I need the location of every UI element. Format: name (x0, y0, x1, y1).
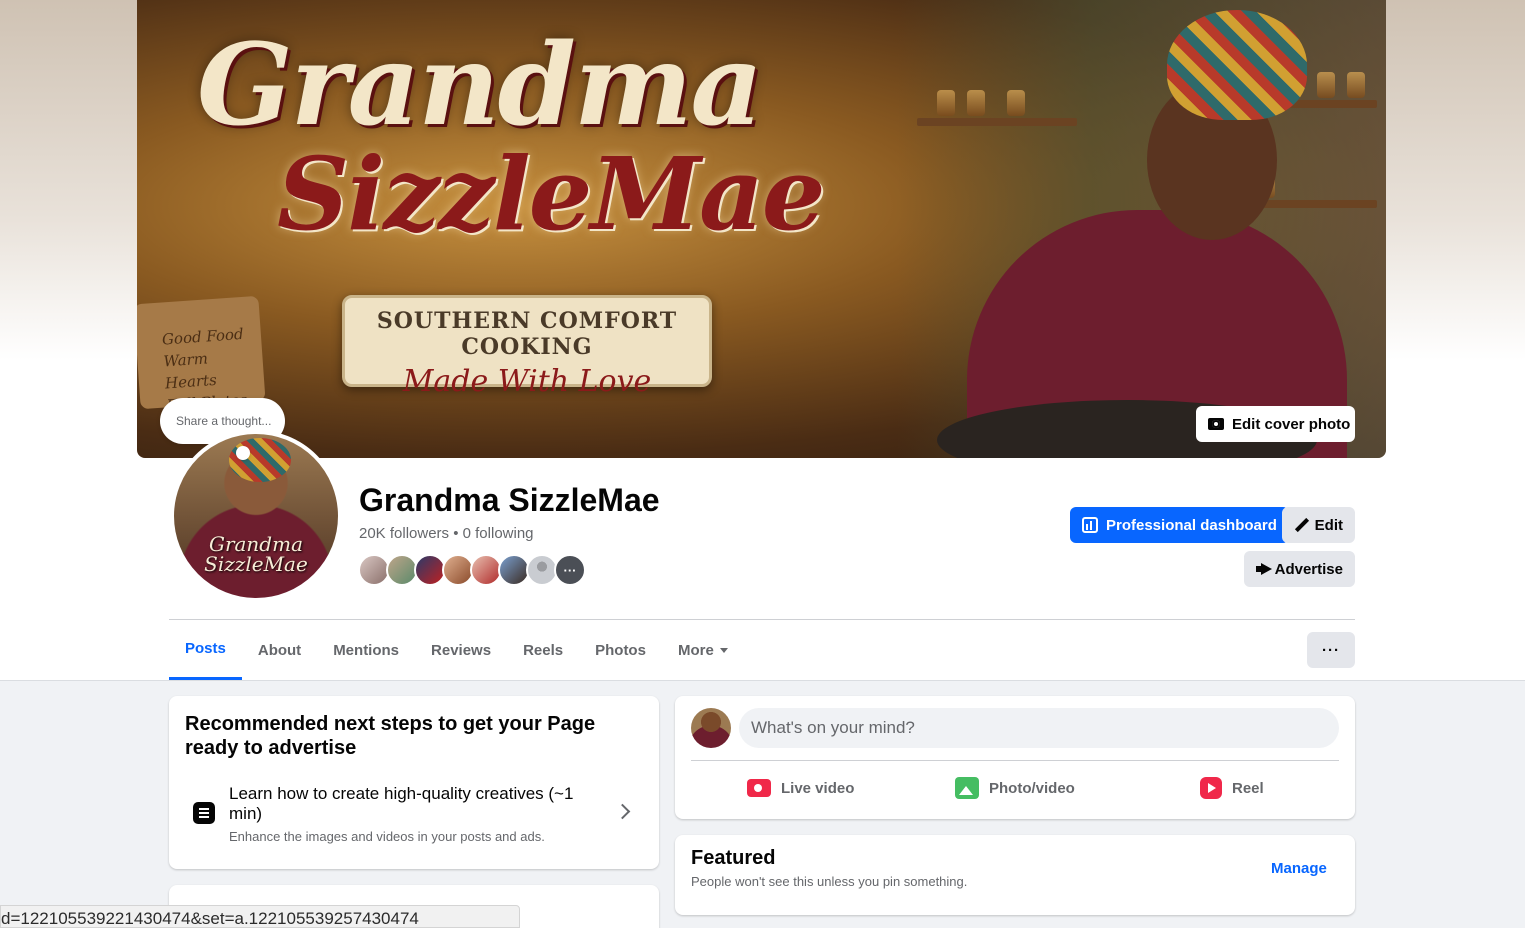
tab-about[interactable]: About (242, 620, 317, 680)
professional-dashboard-label: Professional dashboard (1106, 516, 1277, 534)
composer-avatar[interactable] (691, 708, 731, 748)
photo-icon (955, 777, 979, 799)
megaphone-icon (1256, 563, 1267, 575)
more-followers-icon[interactable]: ··· (554, 554, 586, 586)
advertise-button[interactable]: Advertise (1244, 551, 1355, 587)
featured-card: Featured People won't see this unless yo… (675, 835, 1355, 915)
edit-cover-photo-label: Edit cover photo (1232, 415, 1351, 433)
edit-page-button[interactable]: Edit (1282, 507, 1355, 543)
post-composer-card: What's on your mind? Live video Photo/vi… (675, 696, 1355, 819)
live-video-label: Live video (781, 779, 855, 797)
reel-label: Reel (1232, 779, 1264, 797)
dashboard-icon (1082, 517, 1098, 533)
cover-jar (937, 90, 955, 116)
tab-label: Photos (595, 641, 646, 659)
share-thought-text: Share a thought... (176, 414, 272, 428)
cover-banner: SOUTHERN COMFORT COOKING Made With Love (342, 295, 712, 399)
avatar-head-wrap (229, 438, 291, 482)
recommended-item-subtitle: Enhance the images and videos in your po… (229, 829, 545, 844)
tab-label: Reviews (431, 641, 492, 659)
banner-line2: Made With Love (402, 364, 652, 399)
manage-featured-link[interactable]: Manage (1271, 860, 1327, 877)
advertise-label: Advertise (1274, 560, 1343, 578)
caret-down-icon (719, 647, 728, 653)
reel-icon (1200, 777, 1222, 799)
composer-divider (691, 760, 1339, 761)
tab-mentions[interactable]: Mentions (317, 620, 415, 680)
tab-label: Posts (185, 640, 226, 657)
status-url: d=122105539221430474&set=a.1221055392574… (1, 909, 419, 928)
cover-headline-line1: Grandma (197, 20, 763, 151)
cover-jar (1007, 90, 1025, 116)
live-video-icon (747, 779, 771, 797)
pencil-icon (1294, 518, 1307, 532)
live-video-button[interactable]: Live video (747, 776, 854, 800)
edit-cover-photo-button[interactable]: Edit cover photo (1196, 406, 1355, 442)
follower-stats[interactable]: 20K followers • 0 following (359, 525, 534, 542)
tab-label: More (677, 641, 714, 659)
avatar-logo-text: Grandma SizzleMae (174, 534, 338, 574)
cover-head-wrap (1167, 10, 1307, 120)
professional-dashboard-button[interactable]: Professional dashboard (1070, 507, 1289, 543)
browser-status-bar: d=122105539221430474&set=a.1221055392574… (0, 905, 520, 928)
profile-tabs: Posts About Mentions Reviews Reels Photo… (169, 620, 744, 680)
reel-button[interactable]: Reel (1200, 776, 1264, 800)
featured-subtitle: People won't see this unless you pin som… (691, 874, 968, 889)
cover-jar (967, 90, 985, 116)
profile-avatar[interactable]: Grandma SizzleMae (170, 430, 342, 602)
photo-video-label: Photo/video (989, 779, 1075, 797)
recommended-title: Recommended next steps to get your Page … (185, 713, 596, 759)
photo-video-button[interactable]: Photo/video (955, 776, 1075, 800)
tab-photos[interactable]: Photos (579, 620, 662, 680)
document-icon (193, 802, 215, 824)
recommended-item-title[interactable]: Learn how to create high-quality creativ… (229, 784, 609, 824)
more-options-button[interactable]: ··· (1307, 632, 1355, 668)
tab-label: Reels (523, 641, 564, 659)
avatar-name-line2: SizzleMae (204, 552, 308, 576)
recommended-steps-card: Recommended next steps to get your Page … (169, 696, 659, 869)
tab-label: About (257, 641, 302, 659)
whats-on-your-mind-input[interactable]: What's on your mind? (739, 708, 1339, 748)
thought-bubble-tail (236, 446, 250, 460)
cover-cutting-board: Good Food Warm Hearts Full Plates (137, 295, 266, 414)
banner-line1: SOUTHERN COMFORT COOKING (376, 308, 678, 360)
follower-avatars[interactable]: ··· (358, 554, 586, 586)
edit-page-label: Edit (1314, 516, 1343, 534)
cover-jar (1347, 72, 1365, 98)
tab-more[interactable]: More (662, 620, 744, 680)
composer-placeholder: What's on your mind? (751, 718, 915, 737)
cover-shelf (917, 118, 1077, 126)
cover-jar (1317, 72, 1335, 98)
board-line: Warm Hearts (162, 349, 218, 393)
featured-title: Featured (691, 847, 776, 869)
tab-posts[interactable]: Posts (169, 620, 242, 680)
page-title: Grandma SizzleMae (359, 482, 660, 518)
cover-photo[interactable]: Good Food Warm Hearts Full Plates Grandm… (137, 0, 1386, 458)
camera-icon (1208, 418, 1224, 430)
tab-reels[interactable]: Reels (507, 620, 579, 680)
tab-reviews[interactable]: Reviews (415, 620, 507, 680)
board-line: Good Food (161, 324, 245, 349)
cover-headline-line2: SizzleMae (277, 135, 826, 253)
chevron-right-icon[interactable] (614, 803, 631, 820)
tab-label: Mentions (333, 641, 400, 659)
